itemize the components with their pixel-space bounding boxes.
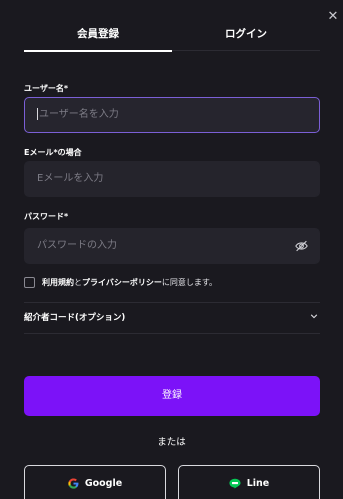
or-separator: または: [157, 437, 186, 448]
username-placeholder: ユーザー名を入力: [39, 109, 119, 120]
email-input[interactable]: Eメールを入力: [24, 161, 320, 197]
username-input[interactable]: ユーザー名を入力: [24, 97, 320, 133]
referral-toggle[interactable]: 紹介者コード(オプション): [24, 303, 320, 331]
agreement-text: 利用規約とプライバシーポリシーに同意します。: [42, 277, 217, 288]
divider: [24, 333, 320, 334]
google-icon: [68, 478, 79, 489]
line-icon: [229, 478, 241, 489]
tab-register[interactable]: 会員登録: [24, 26, 172, 52]
signup-modal: ✕ 会員登録 ログイン ユーザー名* ユーザー名を入力 Eメール*の場合 Eメー…: [0, 0, 343, 499]
agreement-and: と: [74, 278, 82, 287]
password-label: パスワード*: [24, 212, 69, 221]
privacy-link[interactable]: プライバシーポリシー: [82, 278, 162, 287]
terms-link[interactable]: 利用規約: [42, 278, 74, 287]
email-placeholder: Eメールを入力: [37, 173, 104, 184]
agreement-suffix: に同意します。: [161, 278, 218, 287]
email-label: Eメール*の場合: [24, 148, 82, 157]
google-label: Google: [84, 478, 123, 489]
register-button[interactable]: 登録: [24, 376, 320, 416]
auth-tabs: 会員登録 ログイン: [24, 26, 320, 52]
referral-label: 紹介者コード(オプション): [24, 313, 126, 323]
line-login-button[interactable]: Line: [178, 465, 320, 499]
agree-checkbox[interactable]: [24, 277, 35, 288]
eye-off-icon[interactable]: [295, 240, 308, 252]
username-label: ユーザー名*: [24, 84, 69, 93]
chevron-down-icon: [310, 314, 318, 319]
text-caret: [37, 108, 38, 120]
line-label: Line: [246, 478, 270, 489]
password-input[interactable]: パスワードの入力: [24, 228, 320, 264]
close-icon[interactable]: ✕: [326, 10, 340, 24]
google-login-button[interactable]: Google: [24, 465, 166, 499]
tab-login[interactable]: ログイン: [172, 26, 320, 51]
password-placeholder: パスワードの入力: [37, 240, 117, 251]
